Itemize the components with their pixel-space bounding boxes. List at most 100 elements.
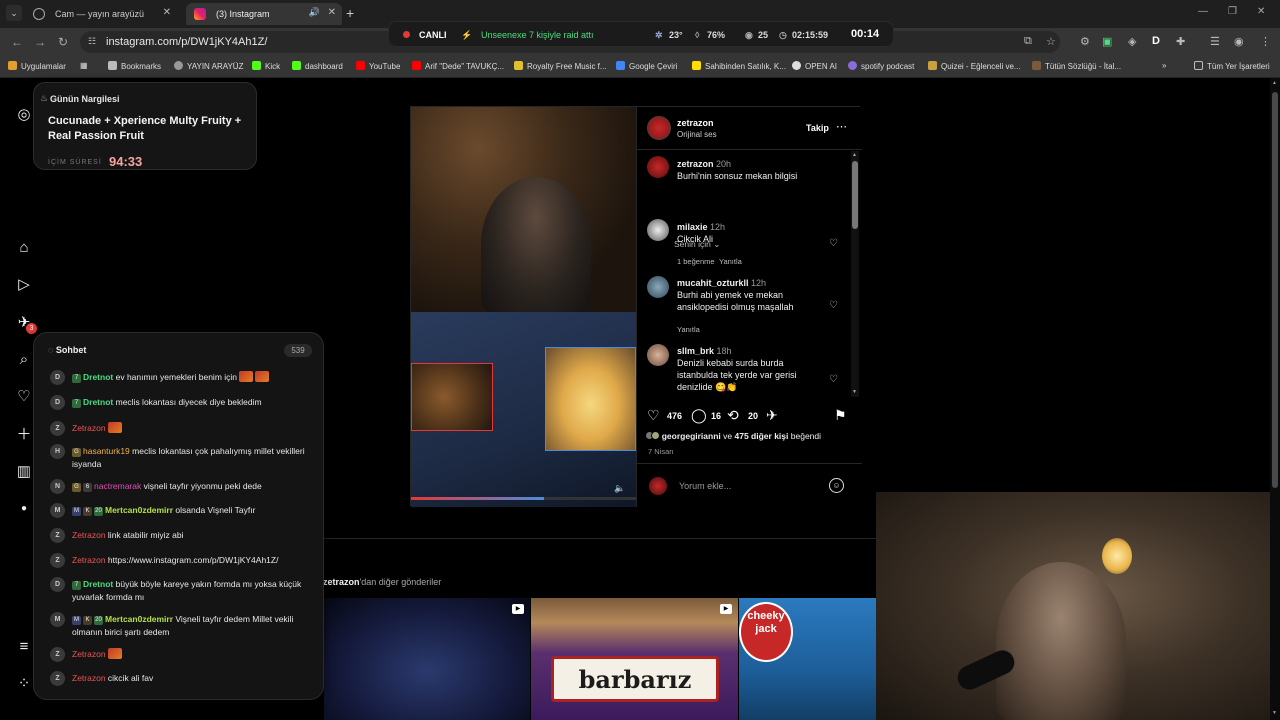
avatar[interactable] [647,344,669,366]
reply-button[interactable]: Yanıtla [677,325,700,334]
bookmark-item[interactable]: Bookmarks [108,61,161,71]
dashboard-icon[interactable]: ▥ [14,462,34,482]
site-info-icon[interactable]: ☷ [88,36,96,47]
menu-icon[interactable]: ≡ [14,637,34,657]
reading-list-icon[interactable]: ☰ [1210,35,1220,48]
bookmark-item[interactable]: Tütün Sözlüğü - İtal... [1032,61,1121,71]
post-thumbnail[interactable]: cheeky jack [739,598,876,720]
close-tab-icon[interactable]: ✕ [328,7,336,18]
chat-username[interactable]: Dretnot [83,372,113,382]
reload-icon[interactable]: ↻ [58,35,68,49]
puzzle-icon[interactable]: ✚ [1176,35,1185,48]
back-icon[interactable]: ← [11,35,23,49]
reels-icon[interactable]: ▷ [14,275,34,295]
like-comment-icon[interactable]: ♡ [829,300,838,311]
like-comment-icon[interactable]: ♡ [829,374,838,385]
extension-icon[interactable]: ▣ [1102,35,1112,48]
avatar[interactable] [647,116,671,140]
chat-username[interactable]: hasanturk19 [83,446,130,456]
chat-username[interactable]: nactremarak [94,481,141,491]
scrollbar-thumb[interactable] [1272,92,1278,488]
more-options-icon[interactable]: ⋯ [836,120,847,133]
like-comment-icon[interactable]: ♡ [829,238,838,249]
comment-likes[interactable]: 1 beğenme [677,257,715,266]
restore-icon[interactable]: ❐ [1228,6,1237,17]
profile-avatar[interactable]: ◉ [1234,35,1244,48]
share-icon[interactable]: ✈ [766,407,778,424]
avatar[interactable] [647,276,669,298]
bookmark-item[interactable]: Quizei - Eğlenceli ve... [928,61,1021,71]
forward-icon[interactable]: → [34,35,46,49]
audio-label[interactable]: Orijinal ses [677,130,717,139]
avatar[interactable] [647,156,669,178]
speaker-icon[interactable]: 🔈 [614,483,625,494]
home-icon[interactable]: ⌂ [14,238,34,258]
scroll-up-icon[interactable]: ▲ [852,152,857,158]
bookmark-item[interactable]: YAYIN ARAYÜZ [174,61,243,71]
page-scrollbar[interactable]: ▲ ▼ [1270,78,1280,720]
tab-instagram[interactable]: (3) Instagram 🔊 ✕ [186,3,342,25]
bookmark-item[interactable]: spotify podcast [848,61,914,71]
chat-username[interactable]: Dretnot [83,397,113,407]
bookmark-item[interactable]: Google Çeviri [616,61,677,71]
chat-username[interactable]: Dretnot [83,579,113,589]
scroll-up-icon[interactable]: ▲ [1272,80,1277,86]
liked-by-user[interactable]: georgegirianni [662,431,721,441]
close-tab-icon[interactable]: ✕ [163,7,171,18]
chat-username[interactable]: Zetrazon [72,555,106,565]
reply-button[interactable]: Yanıtla [719,257,742,266]
post-author[interactable]: zetrazon [677,118,714,128]
scrollbar-thumb[interactable] [852,161,858,229]
new-tab-button[interactable]: + [346,5,354,21]
extension-icon[interactable]: ⚙ [1080,35,1090,48]
tab-search-button[interactable]: ⌄ [6,5,22,21]
bookmark-item[interactable]: OPEN AI [792,61,837,71]
extension-icon[interactable]: D [1152,35,1160,47]
chat-username[interactable]: Zetrazon [72,530,106,540]
speaker-icon[interactable]: 🔊 [309,7,320,18]
chat-username[interactable]: Mertcan0zdemirr [105,614,173,624]
post-thumbnail[interactable]: ▶ [324,598,530,720]
extension-icon[interactable]: ◈ [1128,35,1136,48]
post-video[interactable]: 🔈 [411,107,636,507]
create-icon[interactable]: ＋ [14,425,34,445]
instagram-logo-icon[interactable]: ◎ [14,105,34,125]
comment-icon[interactable]: ◯ [691,407,707,424]
follow-button[interactable]: Takip [806,123,829,133]
heart-icon[interactable]: ♡ [14,387,34,407]
scroll-down-icon[interactable]: ▼ [1272,710,1277,716]
bookmark-item[interactable]: YouTube [356,61,400,71]
comment-user[interactable]: mucahit_ozturkll [677,278,749,288]
comment-input[interactable]: Yorum ekle... [679,481,731,491]
all-bookmarks-folder[interactable]: Tüm Yer İşaretleri [1194,61,1270,71]
liked-by-others[interactable]: 475 diğer kişi [735,431,789,441]
like-count[interactable]: 476 [667,411,682,421]
grid-icon[interactable]: ▦ [80,61,88,70]
install-app-icon[interactable]: ⧉ [1024,35,1032,48]
scroll-down-icon[interactable]: ▼ [852,389,857,395]
save-bookmark-icon[interactable]: ⚑ [834,407,847,424]
emoji-icon[interactable]: ☺ [829,478,844,493]
like-heart-icon[interactable]: ♡ [647,407,660,424]
bookmark-item[interactable]: dashboard [292,61,343,71]
chat-username[interactable]: Zetrazon [72,423,106,433]
comment-user[interactable]: sllm_brk [677,346,714,356]
chevron-right-icon[interactable]: » [1162,61,1166,70]
tab-cam[interactable]: Cam — yayın arayüzü ✕ [25,3,177,25]
avatar[interactable] [647,219,669,241]
search-icon[interactable]: ⌕ [14,350,34,370]
close-window-icon[interactable]: ✕ [1257,6,1265,17]
video-progress-bar[interactable] [411,497,636,500]
bookmark-item[interactable]: Sahibinden Satılık, K... [692,61,786,71]
comment-user[interactable]: zetrazon [677,159,714,169]
bookmark-star-icon[interactable]: ☆ [1046,35,1056,48]
profile-icon[interactable]: ● [14,499,34,519]
more-menu-icon[interactable]: ⋮ [1260,35,1271,48]
chat-username[interactable]: Mertcan0zdemirr [105,505,173,515]
chat-username[interactable]: Zetrazon [72,649,106,659]
apps-bookmark[interactable]: Uygulamalar [8,61,66,71]
comments-scrollbar[interactable]: ▲ ▼ [851,151,859,397]
comment-user[interactable]: milaxie [677,222,708,232]
chat-username[interactable]: Zetrazon [72,673,106,683]
bookmark-item[interactable]: Arif "Dede" TAVUKÇ... [412,61,504,71]
